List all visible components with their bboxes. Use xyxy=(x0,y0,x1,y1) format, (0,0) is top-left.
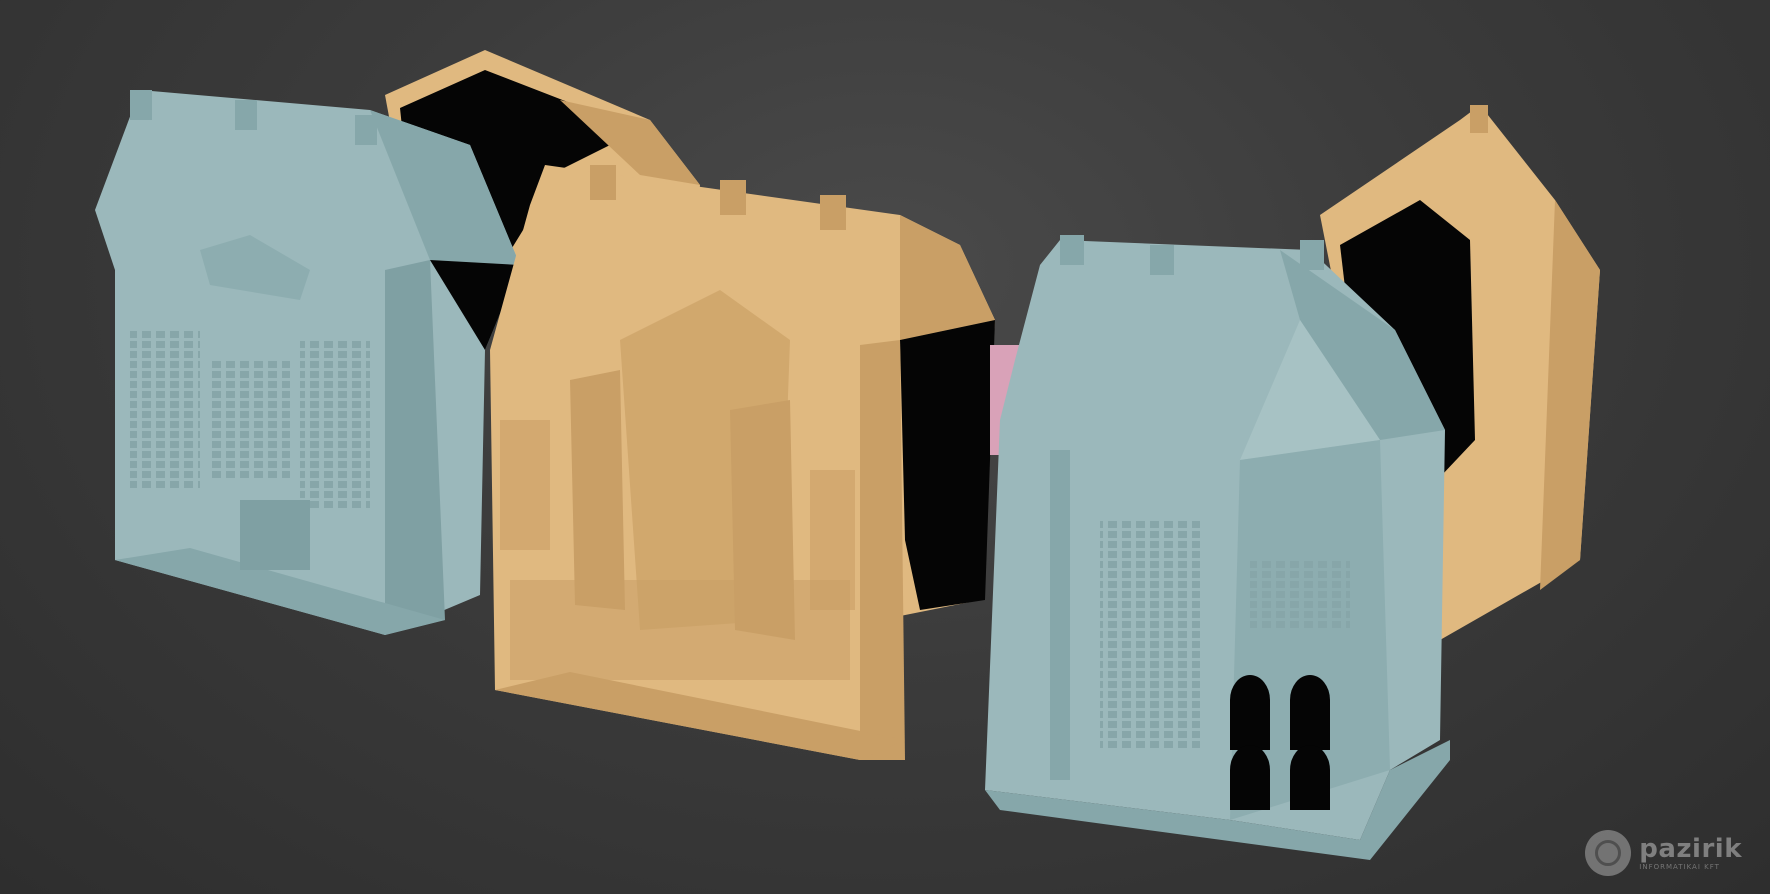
left-blue-building xyxy=(95,90,520,635)
building-models-render xyxy=(95,50,1600,860)
pazirik-logo-icon xyxy=(1585,830,1632,876)
brand-tagline: INFORMATIKAI KFT xyxy=(1639,862,1720,871)
right-blue-corner-building xyxy=(985,235,1450,860)
center-tan-building xyxy=(490,165,995,760)
brand-name: pazirik xyxy=(1639,833,1742,864)
render-viewport: pazirik INFORMATIKAI KFT xyxy=(0,0,1770,894)
watermark-logo: pazirik INFORMATIKAI KFT xyxy=(1585,830,1742,876)
